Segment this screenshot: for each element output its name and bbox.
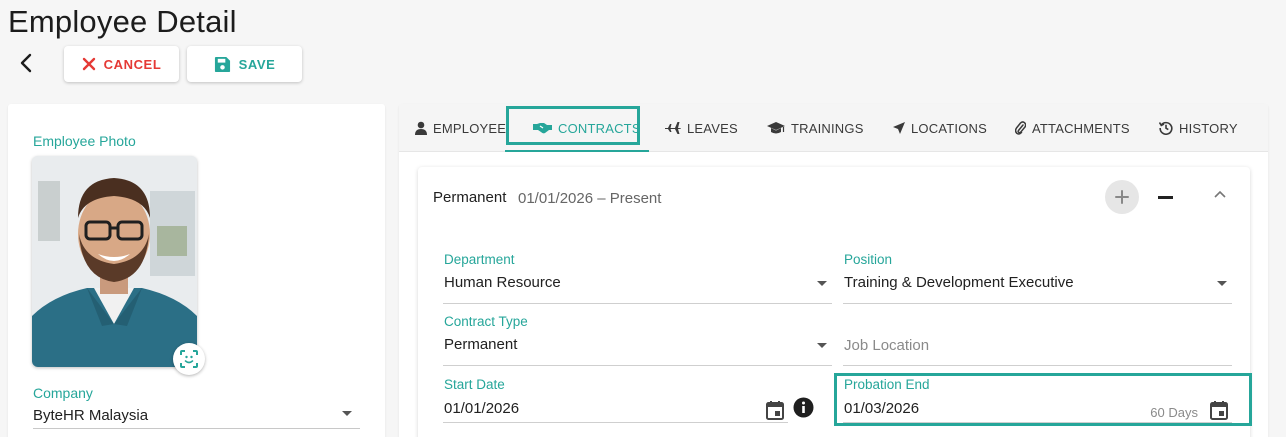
info-icon[interactable] [793,397,814,418]
tab-contracts[interactable]: CONTRACTS [533,104,641,152]
field-label: Position [844,252,893,267]
remove-contract-button[interactable] [1158,196,1173,199]
field-underline [843,365,1232,366]
field-label: Department [444,252,515,267]
tab-label: CONTRACTS [558,120,641,136]
face-scan-button[interactable] [173,343,205,375]
page-title: Employee Detail [8,4,237,39]
dropdown-arrow-icon[interactable] [1217,281,1227,286]
job-location-field[interactable]: Job Location [843,314,1232,366]
contract-type-select[interactable]: Permanent [444,336,517,353]
tab-trainings[interactable]: TRAININGS [767,104,864,152]
field-underline [843,303,1232,304]
plus-icon [1115,190,1129,204]
job-location-input[interactable]: Job Location [844,337,929,354]
airplane-icon [665,122,681,134]
floppy-disk-icon [214,56,230,72]
tab-label: HISTORY [1179,120,1238,136]
tab-history[interactable]: HISTORY [1159,104,1238,152]
person-icon [415,121,427,135]
cancel-label: CANCEL [103,56,162,72]
employee-summary-card: Employee Photo Company ByteHR Malaysia [8,104,385,437]
start-date-field[interactable]: Start Date 01/01/2026 [443,377,788,423]
graduation-cap-icon [767,121,785,133]
cancel-button[interactable]: CANCEL [64,46,179,82]
tab-label: EMPLOYEE [433,120,507,136]
company-label: Company [33,385,93,401]
field-underline [443,365,832,366]
chevron-up-icon [1214,190,1226,198]
dropdown-arrow-icon[interactable] [817,343,827,348]
company-select[interactable]: ByteHR Malaysia [33,407,148,424]
field-label: Probation End [844,377,930,392]
dropdown-arrow-icon[interactable] [342,411,352,416]
handshake-icon [533,123,552,134]
location-arrow-icon [893,122,905,134]
contract-type-field[interactable]: Contract Type Permanent [443,314,832,366]
position-select[interactable]: Training & Development Executive [844,274,1074,291]
back-button[interactable] [14,50,38,76]
tab-label: ATTACHMENTS [1032,120,1130,136]
save-button[interactable]: SAVE [187,46,302,82]
tab-employee[interactable]: EMPLOYEE [415,104,506,152]
tab-locations[interactable]: LOCATIONS [893,104,987,152]
chevron-left-icon [20,53,32,73]
field-underline [443,422,788,423]
face-scan-icon [180,350,198,368]
history-icon [1159,121,1173,135]
field-label: Start Date [444,377,505,392]
probation-end-field[interactable]: Probation End 01/03/2026 60 Days [843,377,1232,423]
field-underline [843,422,1232,423]
paperclip-icon [1015,121,1026,135]
tab-attachments[interactable]: ATTACHMENTS [1015,104,1130,152]
position-field[interactable]: Position Training & Development Executiv… [843,252,1232,304]
department-field[interactable]: Department Human Resource [443,252,832,304]
probation-end-input[interactable]: 01/03/2026 [844,400,919,417]
active-tab-indicator [505,150,649,152]
tab-label: LEAVES [687,120,738,136]
calendar-icon[interactable] [764,399,786,421]
probation-days-hint: 60 Days [1150,405,1198,420]
tab-bar: EMPLOYEE CONTRACTS LEAVES TRAININGS LOCA… [399,104,1268,152]
dropdown-arrow-icon[interactable] [817,281,827,286]
tab-leaves[interactable]: LEAVES [665,104,738,152]
tab-label: TRAININGS [791,120,864,136]
tab-label: LOCATIONS [911,120,987,136]
field-label: Contract Type [444,314,528,329]
start-date-input[interactable]: 01/01/2026 [444,400,519,417]
company-underline [33,428,360,429]
department-select[interactable]: Human Resource [444,274,561,291]
employee-photo[interactable] [32,156,197,367]
field-underline [443,303,832,304]
close-icon [82,57,95,71]
employee-photo-image [32,156,197,367]
collapse-button[interactable] [1211,185,1229,203]
calendar-icon[interactable] [1208,399,1230,421]
add-contract-button[interactable] [1105,180,1139,214]
contract-type-title: Permanent [433,189,507,206]
contract-date-range: 01/01/2026 – Present [518,190,662,207]
save-label: SAVE [238,56,276,72]
photo-label: Employee Photo [33,133,136,149]
